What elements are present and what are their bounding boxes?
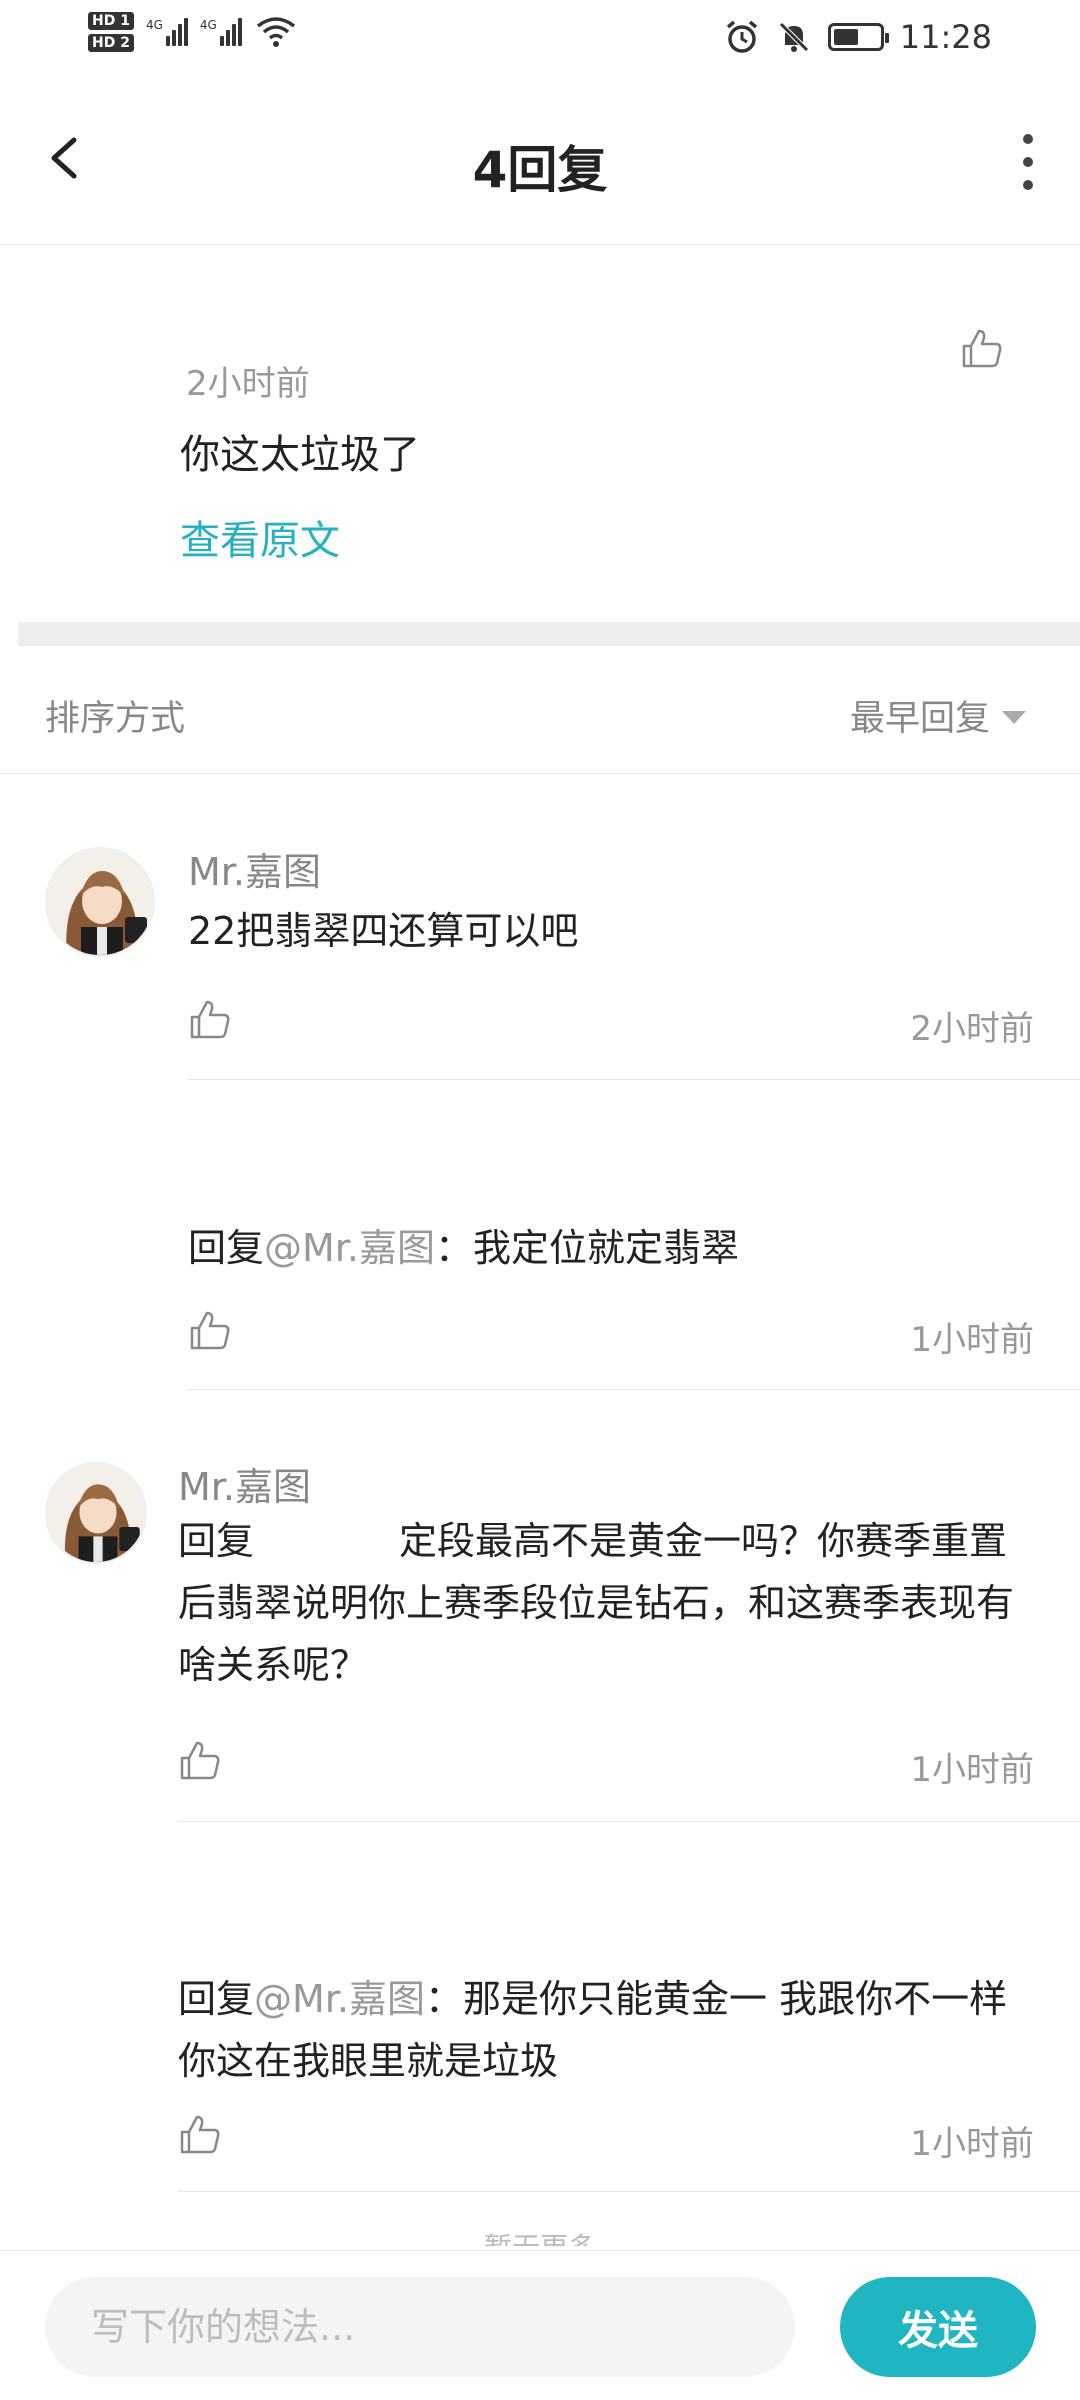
app-header: 4回复 [0, 80, 1080, 245]
wifi-icon [256, 17, 295, 47]
signal-icon: 4G [146, 18, 188, 46]
status-right: 11:28 [724, 18, 992, 56]
mention-link[interactable]: @Mr.嘉图 [264, 1226, 435, 1270]
original-comment-text: 你这太垃圾了 [180, 432, 420, 478]
dot-icon [1023, 157, 1033, 167]
status-bar: HD 1 HD 2 4G 4G 11:28 [0, 0, 1080, 80]
reply-time: 1小时前 [910, 2124, 1034, 2164]
reply-username[interactable]: Mr.嘉图 [178, 1456, 311, 1511]
view-original-link[interactable]: 查看原文 [180, 508, 340, 566]
avatar-image [47, 1464, 145, 1562]
clock: 11:28 [899, 18, 992, 56]
section-divider [18, 622, 1080, 646]
reply-prefix: 回复 [188, 1226, 265, 1270]
reply-text: 回复 定段最高不是黄金一吗？你赛季重置后翡翠说明你上赛季段位是钻石，和这赛季表现… [178, 1519, 1015, 1687]
reply-prefix: 回复 [178, 1977, 255, 2021]
battery-fill [833, 29, 858, 45]
network-type-1: 4G [145, 18, 163, 32]
reply-time: 1小时前 [910, 1320, 1034, 1360]
sort-dropdown[interactable]: 最早回复 [850, 690, 1026, 741]
avatar[interactable] [45, 847, 155, 957]
avatar-image [47, 849, 153, 955]
thumbs-up-icon[interactable] [178, 1738, 222, 1782]
reply-text: 22把翡翠四还算可以吧 [188, 909, 579, 953]
avatar[interactable] [45, 1462, 147, 1564]
reply-item: Mr.嘉图 22把翡翠四还算可以吧 2小时前 [0, 775, 1080, 1080]
no-more-hint: 暂无更多 [0, 2226, 1080, 2246]
sort-row: 排序方式 最早回复 [0, 646, 1080, 774]
reply-text: 回复@Mr.嘉图：那是你只能黄金一 我跟你不一样 你这在我眼里就是垃圾 [178, 1968, 1038, 2092]
original-comment-time: 2小时前 [186, 364, 310, 404]
reply-item: 回复@Mr.嘉图：我定位就定翡翠 1小时前 [0, 1080, 1080, 1390]
dot-icon [1023, 180, 1033, 190]
mention-link[interactable]: @Mr.嘉图 [254, 1977, 425, 2021]
more-options-button[interactable] [1016, 134, 1040, 190]
comment-input-bar: 发送 [0, 2250, 1080, 2400]
original-comment: 2小时前 你这太垃圾了 查看原文 [0, 246, 1080, 622]
comment-input[interactable] [45, 2277, 795, 2377]
dot-icon [1023, 134, 1033, 144]
network-type-2: 4G [199, 18, 217, 32]
page-title: 4回复 [472, 141, 608, 199]
sim2-badge: HD 2 [88, 34, 134, 52]
reply-time: 1小时前 [910, 1750, 1034, 1790]
reply-item: Mr.嘉图 回复 定段最高不是黄金一吗？你赛季重置后翡翠说明你上赛季段位是钻石，… [0, 1390, 1080, 1822]
sim1-badge: HD 1 [88, 12, 134, 30]
alarm-icon [726, 20, 757, 53]
reply-item: 回复@Mr.嘉图：那是你只能黄金一 我跟你不一样 你这在我眼里就是垃圾 1小时前 [0, 1822, 1080, 2192]
sort-label: 排序方式 [45, 699, 186, 739]
signal-icon: 4G [200, 18, 242, 46]
reply-username[interactable]: Mr.嘉图 [188, 841, 321, 896]
reply-time: 2小时前 [910, 1009, 1034, 1049]
reply-body: 我定位就定翡翠 [473, 1226, 740, 1270]
reply-text: 回复@Mr.嘉图：我定位就定翡翠 [188, 1220, 739, 1276]
reply-colon: ： [435, 1226, 474, 1270]
thumbs-up-icon[interactable] [178, 2112, 222, 2156]
thumbs-up-icon[interactable] [960, 326, 1004, 370]
reply-separator [178, 2191, 1080, 2192]
thumbs-up-icon[interactable] [188, 1308, 232, 1352]
reply-colon: ： [425, 1977, 464, 2021]
send-button[interactable]: 发送 [840, 2277, 1036, 2377]
thumbs-up-icon[interactable] [188, 997, 232, 1041]
mute-icon [779, 22, 809, 52]
sort-value: 最早回复 [849, 699, 990, 739]
caret-down-icon [1002, 711, 1026, 724]
battery-icon [827, 23, 889, 51]
signal-group: HD 1 HD 2 4G 4G [88, 12, 296, 52]
